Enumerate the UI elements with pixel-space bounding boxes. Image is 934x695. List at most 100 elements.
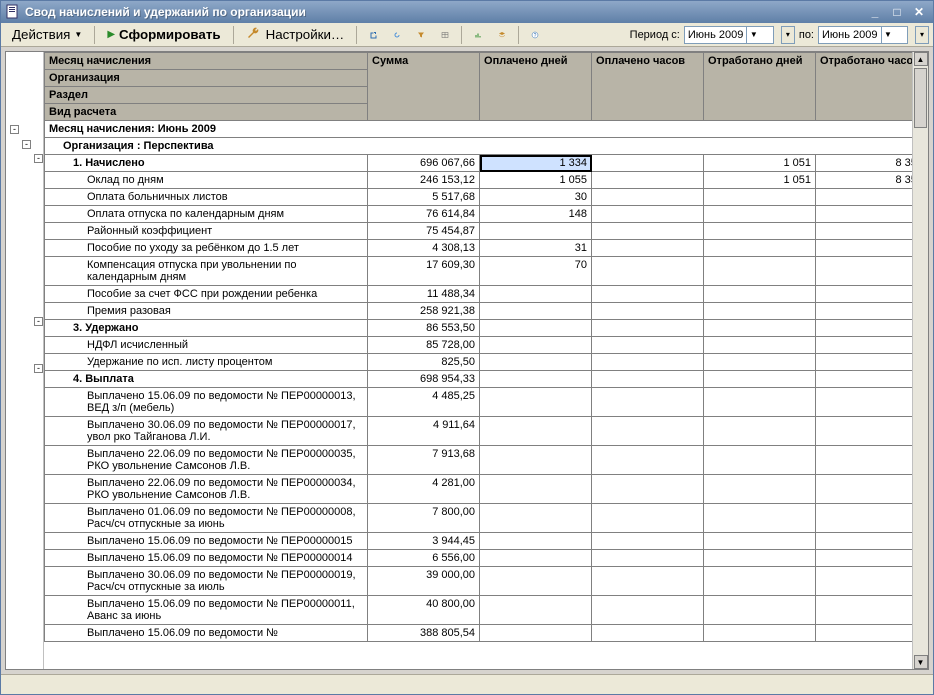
actions-menu-button[interactable]: Действия ▼: [5, 25, 89, 45]
row-value: [815, 388, 927, 417]
row-value: 5 517,68: [368, 189, 480, 206]
hdr-row-label: Раздел: [45, 87, 368, 104]
row-value: [592, 155, 704, 172]
chevron-down-icon[interactable]: ▼: [881, 27, 895, 43]
row-value: [815, 475, 927, 504]
workspace: ----- Месяц начисления Сумма Оплачено дн…: [1, 47, 933, 674]
chevron-down-icon: ▼: [74, 30, 82, 39]
row-value: 7 800,00: [368, 504, 480, 533]
table-row[interactable]: Выплачено 30.06.09 по ведомости № ПЕР000…: [45, 417, 928, 446]
table-row[interactable]: Выплачено 15.06.09 по ведомости № ПЕР000…: [45, 550, 928, 567]
table-row[interactable]: Районный коэффициент75 454,87: [45, 223, 928, 240]
row-name: Выплачено 22.06.09 по ведомости № ПЕР000…: [45, 446, 368, 475]
row-name: Выплачено 01.06.09 по ведомости № ПЕР000…: [45, 504, 368, 533]
period-from-field[interactable]: Июнь 2009 ▼: [684, 26, 774, 44]
table-row[interactable]: 3. Удержано86 553,50: [45, 320, 928, 337]
table-row[interactable]: Выплачено 22.06.09 по ведомости № ПЕР000…: [45, 475, 928, 504]
row-value: [815, 223, 927, 240]
table-row[interactable]: Выплачено 22.06.09 по ведомости № ПЕР000…: [45, 446, 928, 475]
table-row[interactable]: Оплата больничных листов5 517,6830: [45, 189, 928, 206]
hdr-work-hours: Отработано часов: [815, 53, 927, 121]
row-value: [815, 596, 927, 625]
row-value: 75 454,87: [368, 223, 480, 240]
table-row[interactable]: 1. Начислено696 067,661 3341 0518 354: [45, 155, 928, 172]
actions-label: Действия: [12, 27, 70, 42]
table-row[interactable]: 4. Выплата698 954,33: [45, 371, 928, 388]
row-value: [480, 371, 592, 388]
scroll-down-icon[interactable]: ▼: [914, 655, 928, 669]
row-value: 698 954,33: [368, 371, 480, 388]
row-name: Премия разовая: [45, 303, 368, 320]
row-value: [815, 371, 927, 388]
row-value: 30: [480, 189, 592, 206]
row-value: [704, 475, 816, 504]
row-value: [815, 567, 927, 596]
tree-gutter: -----: [6, 52, 44, 669]
row-value: [592, 303, 704, 320]
table-row[interactable]: НДФЛ исчисленный85 728,00: [45, 337, 928, 354]
table-row[interactable]: Выплачено 01.06.09 по ведомости № ПЕР000…: [45, 504, 928, 533]
row-value: [815, 286, 927, 303]
row-value: 3 944,45: [368, 533, 480, 550]
separator: [233, 26, 234, 44]
tree-toggle-icon[interactable]: -: [34, 317, 43, 326]
chart-icon-button[interactable]: [467, 25, 489, 45]
tree-toggle-icon[interactable]: -: [34, 364, 43, 373]
row-name: Удержание по исп. листу процентом: [45, 354, 368, 371]
row-value: 246 153,12: [368, 172, 480, 189]
row-value: [815, 550, 927, 567]
row-value: [480, 625, 592, 642]
row-value: [704, 371, 816, 388]
table-row[interactable]: Оплата отпуска по календарным дням76 614…: [45, 206, 928, 223]
help-icon-button[interactable]: ?: [524, 25, 546, 45]
tree-toggle-icon[interactable]: -: [22, 140, 31, 149]
minimize-button[interactable]: _: [865, 4, 885, 20]
row-value: [704, 240, 816, 257]
period-from-label: Период с:: [630, 29, 680, 41]
table-icon-button[interactable]: [434, 25, 456, 45]
maximize-button[interactable]: □: [887, 4, 907, 20]
table-row[interactable]: Выплачено 15.06.09 по ведомости №388 805…: [45, 625, 928, 642]
tree-toggle-icon[interactable]: -: [10, 125, 19, 134]
table-row[interactable]: Выплачено 15.06.09 по ведомости № ПЕР000…: [45, 596, 928, 625]
period-from-stepper[interactable]: ▾: [781, 26, 795, 44]
group-org-row[interactable]: Организация : Перспектива: [45, 138, 928, 155]
table-row[interactable]: Удержание по исп. листу процентом825,50: [45, 354, 928, 371]
table-row[interactable]: Выплачено 15.06.09 по ведомости № ПЕР000…: [45, 533, 928, 550]
refresh-icon-button[interactable]: [386, 25, 408, 45]
table-row[interactable]: Оклад по дням246 153,121 0551 0518 354: [45, 172, 928, 189]
row-value: [592, 504, 704, 533]
scroll-track[interactable]: [913, 66, 928, 655]
report-table-wrap[interactable]: Месяц начисления Сумма Оплачено дней Опл…: [44, 52, 928, 669]
report-icon: [5, 4, 21, 20]
tree-toggle-icon[interactable]: -: [34, 154, 43, 163]
period-group: Период с: Июнь 2009 ▼ ▾ по: Июнь 2009 ▼ …: [630, 26, 929, 44]
layers-icon-button[interactable]: [491, 25, 513, 45]
row-value: 1 051: [704, 155, 816, 172]
row-value: [815, 303, 927, 320]
close-button[interactable]: ✕: [909, 4, 929, 20]
row-value: [704, 257, 816, 286]
filter-icon-button[interactable]: [410, 25, 432, 45]
table-row[interactable]: Премия разовая258 921,38: [45, 303, 928, 320]
chevron-down-icon[interactable]: ▼: [746, 27, 760, 43]
export-icon-button[interactable]: [362, 25, 384, 45]
scroll-thumb[interactable]: [914, 68, 927, 128]
scroll-up-icon[interactable]: ▲: [914, 52, 928, 66]
period-to-field[interactable]: Июнь 2009 ▼: [818, 26, 908, 44]
row-value: [815, 625, 927, 642]
vertical-scrollbar[interactable]: ▲ ▼: [912, 52, 928, 669]
settings-button[interactable]: Настройки…: [239, 25, 352, 45]
table-row[interactable]: Пособие по уходу за ребёнком до 1.5 лет4…: [45, 240, 928, 257]
table-row[interactable]: Компенсация отпуска при увольнении по ка…: [45, 257, 928, 286]
table-row[interactable]: Выплачено 30.06.09 по ведомости № ПЕР000…: [45, 567, 928, 596]
group-month-row[interactable]: Месяц начисления: Июнь 2009: [45, 121, 928, 138]
row-value: [480, 320, 592, 337]
table-row[interactable]: Выплачено 15.06.09 по ведомости № ПЕР000…: [45, 388, 928, 417]
table-row[interactable]: Пособие за счет ФСС при рождении ребенка…: [45, 286, 928, 303]
period-to-stepper[interactable]: ▾: [915, 26, 929, 44]
row-value: 696 067,66: [368, 155, 480, 172]
window-title: Свод начислений и удержаний по организац…: [25, 5, 865, 19]
row-value: 85 728,00: [368, 337, 480, 354]
form-button[interactable]: ▶ Сформировать: [100, 25, 227, 45]
